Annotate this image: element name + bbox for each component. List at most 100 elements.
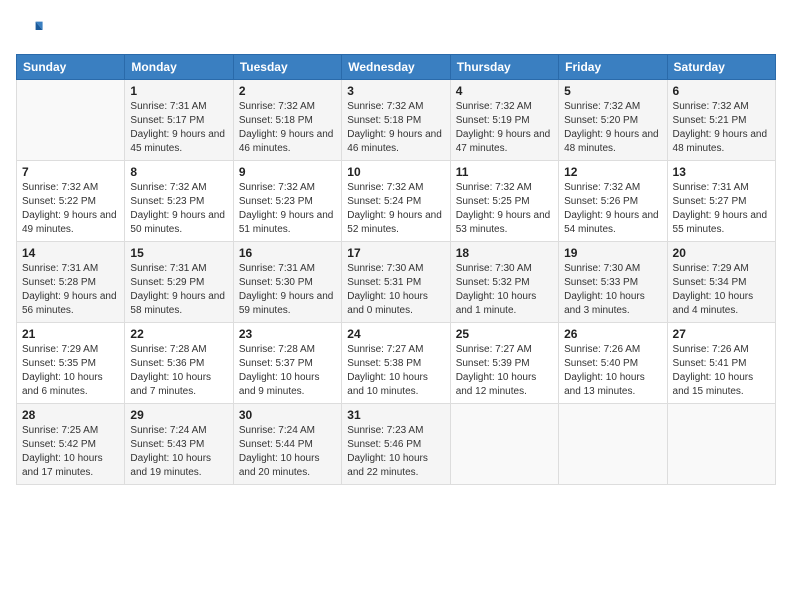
calendar-day-cell: 3 Sunrise: 7:32 AMSunset: 5:18 PMDaylight…: [342, 80, 450, 161]
calendar-header-row: SundayMondayTuesdayWednesdayThursdayFrid…: [17, 55, 776, 80]
day-info: Sunrise: 7:31 AMSunset: 5:17 PMDaylight:…: [130, 100, 227, 156]
calendar-table: SundayMondayTuesdayWednesdayThursdayFrid…: [16, 54, 776, 485]
calendar-day-cell: 29 Sunrise: 7:24 AMSunset: 5:43 PMDayligh…: [125, 404, 233, 485]
calendar-day-cell: 17 Sunrise: 7:30 AMSunset: 5:31 PMDayligh…: [342, 242, 450, 323]
calendar-day-cell: 15 Sunrise: 7:31 AMSunset: 5:29 PMDayligh…: [125, 242, 233, 323]
calendar-week-row: 7Sunrise: 7:32 AMSunset: 5:22 PMDaylight…: [17, 161, 776, 242]
page-container: SundayMondayTuesdayWednesdayThursdayFrid…: [0, 0, 792, 493]
calendar-day-cell: 5Sunrise: 7:32 AMSunset: 5:20 PMDaylight…: [559, 80, 667, 161]
day-number: 5: [564, 84, 661, 98]
calendar-day-cell: 22 Sunrise: 7:28 AMSunset: 5:36 PMDayligh…: [125, 323, 233, 404]
weekday-header: Friday: [559, 55, 667, 80]
calendar-week-row: 28Sunrise: 7:25 AMSunset: 5:42 PMDayligh…: [17, 404, 776, 485]
calendar-day-cell: 4 Sunrise: 7:32 AMSunset: 5:19 PMDaylight…: [450, 80, 558, 161]
day-info: Sunrise: 7:32 AMSunset: 5:23 PMDaylight:…: [239, 181, 336, 237]
calendar-day-cell: [17, 80, 125, 161]
day-info: Sunrise: 7:32 AMSunset: 5:21 PMDaylight:…: [673, 100, 770, 156]
day-number: 27: [673, 327, 770, 341]
calendar-day-cell: 21 Sunrise: 7:29 AMSunset: 5:35 PMDayligh…: [17, 323, 125, 404]
calendar-day-cell: 30Sunrise: 7:24 AMSunset: 5:44 PMDayligh…: [233, 404, 341, 485]
calendar-day-cell: 2Sunrise: 7:32 AMSunset: 5:18 PMDaylight…: [233, 80, 341, 161]
day-number: 14: [22, 246, 119, 260]
calendar-day-cell: 19Sunrise: 7:30 AMSunset: 5:33 PMDayligh…: [559, 242, 667, 323]
day-number: 26: [564, 327, 661, 341]
calendar-day-cell: 11Sunrise: 7:32 AMSunset: 5:25 PMDayligh…: [450, 161, 558, 242]
day-info: Sunrise: 7:32 AMSunset: 5:23 PMDaylight:…: [130, 181, 227, 237]
day-info: Sunrise: 7:28 AMSunset: 5:37 PMDaylight:…: [239, 343, 336, 399]
day-number: 7: [22, 165, 119, 179]
day-info: Sunrise: 7:31 AMSunset: 5:27 PMDaylight:…: [673, 181, 770, 237]
weekday-header: Sunday: [17, 55, 125, 80]
day-info: Sunrise: 7:32 AMSunset: 5:19 PMDaylight:…: [456, 100, 553, 156]
day-number: 15: [130, 246, 227, 260]
calendar-day-cell: 9Sunrise: 7:32 AMSunset: 5:23 PMDaylight…: [233, 161, 341, 242]
day-number: 17: [347, 246, 444, 260]
weekday-header: Monday: [125, 55, 233, 80]
calendar-day-cell: 13 Sunrise: 7:31 AMSunset: 5:27 PMDayligh…: [667, 161, 775, 242]
day-info: Sunrise: 7:26 AMSunset: 5:40 PMDaylight:…: [564, 343, 661, 399]
weekday-header: Thursday: [450, 55, 558, 80]
day-number: 21: [22, 327, 119, 341]
day-number: 10: [347, 165, 444, 179]
day-number: 24: [347, 327, 444, 341]
calendar-day-cell: 1 Sunrise: 7:31 AMSunset: 5:17 PMDaylight…: [125, 80, 233, 161]
calendar-day-cell: 25 Sunrise: 7:27 AMSunset: 5:39 PMDayligh…: [450, 323, 558, 404]
day-info: Sunrise: 7:32 AMSunset: 5:26 PMDaylight:…: [564, 181, 661, 237]
day-number: 16: [239, 246, 336, 260]
day-info: Sunrise: 7:31 AMSunset: 5:29 PMDaylight:…: [130, 262, 227, 318]
day-info: Sunrise: 7:29 AMSunset: 5:35 PMDaylight:…: [22, 343, 119, 399]
day-number: 25: [456, 327, 553, 341]
day-info: Sunrise: 7:28 AMSunset: 5:36 PMDaylight:…: [130, 343, 227, 399]
calendar-day-cell: 20 Sunrise: 7:29 AMSunset: 5:34 PMDayligh…: [667, 242, 775, 323]
day-info: Sunrise: 7:32 AMSunset: 5:18 PMDaylight:…: [347, 100, 444, 156]
day-info: Sunrise: 7:27 AMSunset: 5:39 PMDaylight:…: [456, 343, 553, 399]
calendar-week-row: 1 Sunrise: 7:31 AMSunset: 5:17 PMDaylight…: [17, 80, 776, 161]
calendar-day-cell: 10 Sunrise: 7:32 AMSunset: 5:24 PMDayligh…: [342, 161, 450, 242]
calendar-day-cell: 18Sunrise: 7:30 AMSunset: 5:32 PMDayligh…: [450, 242, 558, 323]
page-header: [16, 16, 776, 44]
day-number: 12: [564, 165, 661, 179]
calendar-day-cell: 16Sunrise: 7:31 AMSunset: 5:30 PMDayligh…: [233, 242, 341, 323]
day-number: 31: [347, 408, 444, 422]
calendar-day-cell: 31 Sunrise: 7:23 AMSunset: 5:46 PMDayligh…: [342, 404, 450, 485]
day-info: Sunrise: 7:23 AMSunset: 5:46 PMDaylight:…: [347, 424, 444, 480]
calendar-week-row: 21 Sunrise: 7:29 AMSunset: 5:35 PMDayligh…: [17, 323, 776, 404]
day-number: 22: [130, 327, 227, 341]
calendar-day-cell: [559, 404, 667, 485]
day-info: Sunrise: 7:30 AMSunset: 5:32 PMDaylight:…: [456, 262, 553, 318]
day-info: Sunrise: 7:27 AMSunset: 5:38 PMDaylight:…: [347, 343, 444, 399]
calendar-day-cell: 24 Sunrise: 7:27 AMSunset: 5:38 PMDayligh…: [342, 323, 450, 404]
calendar-day-cell: 23Sunrise: 7:28 AMSunset: 5:37 PMDayligh…: [233, 323, 341, 404]
day-info: Sunrise: 7:30 AMSunset: 5:31 PMDaylight:…: [347, 262, 444, 318]
day-number: 29: [130, 408, 227, 422]
day-number: 4: [456, 84, 553, 98]
calendar-day-cell: 28Sunrise: 7:25 AMSunset: 5:42 PMDayligh…: [17, 404, 125, 485]
day-info: Sunrise: 7:32 AMSunset: 5:18 PMDaylight:…: [239, 100, 336, 156]
weekday-header: Tuesday: [233, 55, 341, 80]
day-number: 6: [673, 84, 770, 98]
calendar-day-cell: 27 Sunrise: 7:26 AMSunset: 5:41 PMDayligh…: [667, 323, 775, 404]
day-number: 1: [130, 84, 227, 98]
calendar-day-cell: [450, 404, 558, 485]
day-info: Sunrise: 7:30 AMSunset: 5:33 PMDaylight:…: [564, 262, 661, 318]
logo: [16, 16, 48, 44]
day-info: Sunrise: 7:31 AMSunset: 5:28 PMDaylight:…: [22, 262, 119, 318]
calendar-week-row: 14 Sunrise: 7:31 AMSunset: 5:28 PMDayligh…: [17, 242, 776, 323]
weekday-header: Wednesday: [342, 55, 450, 80]
day-info: Sunrise: 7:32 AMSunset: 5:25 PMDaylight:…: [456, 181, 553, 237]
logo-icon: [16, 16, 44, 44]
day-info: Sunrise: 7:29 AMSunset: 5:34 PMDaylight:…: [673, 262, 770, 318]
calendar-day-cell: 14 Sunrise: 7:31 AMSunset: 5:28 PMDayligh…: [17, 242, 125, 323]
day-info: Sunrise: 7:24 AMSunset: 5:43 PMDaylight:…: [130, 424, 227, 480]
calendar-day-cell: 8Sunrise: 7:32 AMSunset: 5:23 PMDaylight…: [125, 161, 233, 242]
day-info: Sunrise: 7:26 AMSunset: 5:41 PMDaylight:…: [673, 343, 770, 399]
calendar-day-cell: [667, 404, 775, 485]
calendar-day-cell: 26 Sunrise: 7:26 AMSunset: 5:40 PMDayligh…: [559, 323, 667, 404]
day-number: 3: [347, 84, 444, 98]
day-number: 20: [673, 246, 770, 260]
calendar-day-cell: 6 Sunrise: 7:32 AMSunset: 5:21 PMDaylight…: [667, 80, 775, 161]
day-info: Sunrise: 7:32 AMSunset: 5:24 PMDaylight:…: [347, 181, 444, 237]
day-number: 13: [673, 165, 770, 179]
day-number: 30: [239, 408, 336, 422]
day-number: 28: [22, 408, 119, 422]
